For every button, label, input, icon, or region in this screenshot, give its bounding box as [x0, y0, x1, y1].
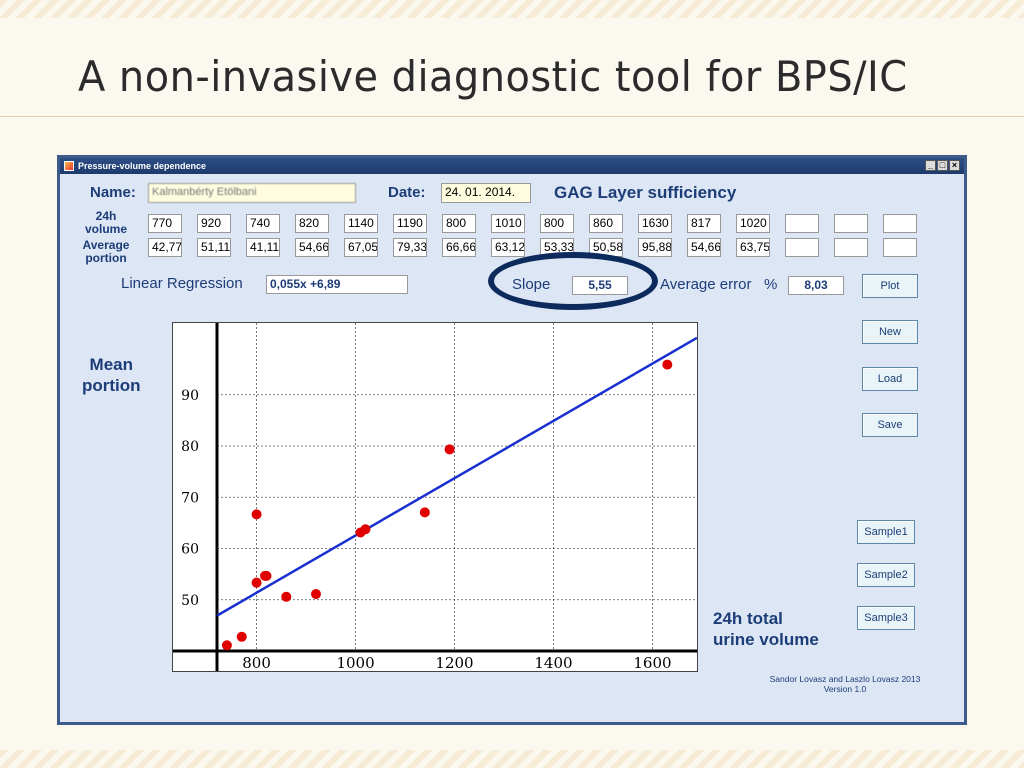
x-tick-label: 1400	[534, 654, 572, 671]
volume-input[interactable]: 740	[246, 214, 280, 233]
data-point	[251, 509, 262, 520]
data-point	[360, 524, 371, 535]
data-point	[444, 444, 455, 455]
data-point	[221, 640, 232, 651]
portion-row-label: Average portion	[78, 239, 134, 265]
portion-input[interactable]	[785, 238, 819, 257]
window-titlebar[interactable]: Pressure-volume dependence _ □ ×	[60, 158, 964, 174]
new-button[interactable]: New	[862, 320, 918, 344]
volume-input[interactable]: 1020	[736, 214, 770, 233]
name-input[interactable]: Kalmanbérty Etölbani	[148, 183, 356, 203]
regression-label: Linear Regression	[121, 275, 243, 292]
avg-error-label: Average error	[660, 276, 752, 293]
maximize-button[interactable]: □	[937, 160, 948, 171]
app-window: Pressure-volume dependence _ □ × Name: K…	[57, 155, 967, 725]
app-icon	[64, 161, 74, 171]
y-tick-label: 70	[181, 490, 199, 506]
y-axis-caption-line2: portion	[82, 376, 141, 395]
portion-input[interactable]: 66,66	[442, 238, 476, 257]
scatter-plot: 800 1000 1200 1400 1600 50 60 70 80 90	[172, 322, 698, 672]
save-button[interactable]: Save	[862, 413, 918, 437]
portion-input[interactable]: 63,12	[491, 238, 525, 257]
volume-input[interactable]: 770	[148, 214, 182, 233]
data-point	[236, 631, 247, 642]
volume-input[interactable]: 1630	[638, 214, 672, 233]
credits-version: Version 1.0	[823, 684, 867, 694]
volume-row-label-line2: volume	[84, 222, 127, 236]
data-point	[261, 570, 272, 581]
data-point	[281, 591, 292, 602]
x-tick-label: 1000	[336, 654, 374, 671]
volume-input[interactable]: 1010	[491, 214, 525, 233]
scatter-plot-svg: 800 1000 1200 1400 1600 50 60 70 80 90	[173, 323, 697, 671]
x-tick-label: 800	[242, 654, 271, 671]
volume-input[interactable]: 817	[687, 214, 721, 233]
load-button[interactable]: Load	[862, 367, 918, 391]
x-axis-caption: 24h total urine volume	[713, 608, 819, 650]
portion-input[interactable]: 54,66	[295, 238, 329, 257]
portion-input[interactable]	[834, 238, 868, 257]
close-button[interactable]: ×	[949, 160, 960, 171]
volume-input[interactable]: 800	[442, 214, 476, 233]
minimize-button[interactable]: _	[925, 160, 936, 171]
y-axis-caption-line1: Mean	[89, 355, 133, 374]
window-title: Pressure-volume dependence	[78, 161, 207, 171]
volume-input[interactable]: 920	[197, 214, 231, 233]
volume-row-label: 24h volume	[80, 210, 132, 236]
data-point	[310, 589, 321, 600]
avg-error-unit: %	[764, 276, 778, 293]
sample1-button[interactable]: Sample1	[857, 520, 915, 544]
y-axis-caption: Mean portion	[82, 354, 141, 396]
data-point	[662, 359, 673, 370]
slope-highlight-ellipse	[488, 252, 658, 310]
credits-authors: Sandor Lovasz and Laszlo Lovasz 2013	[769, 674, 921, 684]
volume-input[interactable]: 1190	[393, 214, 427, 233]
sample2-button[interactable]: Sample2	[857, 563, 915, 587]
y-tick-label: 90	[181, 388, 199, 404]
date-input[interactable]: 24. 01. 2014.	[441, 183, 531, 203]
portion-input[interactable]: 42,77	[148, 238, 182, 257]
portion-input[interactable]: 79,33	[393, 238, 427, 257]
x-tick-label: 1600	[633, 654, 671, 671]
volume-input[interactable]: 860	[589, 214, 623, 233]
portion-input[interactable]: 67,05	[344, 238, 378, 257]
y-tick-label: 60	[181, 542, 199, 558]
slide-top-decoration	[0, 0, 1024, 18]
name-label: Name:	[90, 184, 136, 201]
portion-input[interactable]	[883, 238, 917, 257]
plot-button[interactable]: Plot	[862, 274, 918, 298]
regression-field[interactable]: 0,055x +6,89	[266, 275, 408, 294]
title-divider	[0, 116, 1024, 117]
window-controls: _ □ ×	[925, 160, 960, 171]
portion-input[interactable]: 41,11	[246, 238, 280, 257]
volume-input[interactable]: 800	[540, 214, 574, 233]
x-axis-caption-line2: urine volume	[713, 630, 819, 649]
portion-input[interactable]: 54,66	[687, 238, 721, 257]
volume-input[interactable]: 1140	[344, 214, 378, 233]
slide-title: A non-invasive diagnostic tool for BPS/I…	[78, 52, 908, 101]
slide-bottom-decoration	[0, 750, 1024, 768]
x-axis-caption-line1: 24h total	[713, 609, 783, 628]
volume-input[interactable]: 820	[295, 214, 329, 233]
y-tick-label: 50	[181, 593, 199, 609]
data-point	[251, 577, 262, 588]
volume-input[interactable]	[834, 214, 868, 233]
date-label: Date:	[388, 184, 426, 201]
gag-heading: GAG Layer sufficiency	[554, 183, 737, 202]
credits: Sandor Lovasz and Laszlo Lovasz 2013 Ver…	[740, 674, 950, 694]
avg-error-field[interactable]: 8,03	[788, 276, 844, 295]
portion-input[interactable]: 95,88	[638, 238, 672, 257]
portion-input[interactable]: 51,11	[197, 238, 231, 257]
x-tick-label: 1200	[435, 654, 473, 671]
data-point	[419, 507, 430, 518]
y-tick-label: 80	[181, 439, 199, 455]
volume-input[interactable]	[883, 214, 917, 233]
portion-row-label-line2: portion	[85, 251, 127, 265]
sample3-button[interactable]: Sample3	[857, 606, 915, 630]
volume-input[interactable]	[785, 214, 819, 233]
portion-input[interactable]: 63,75	[736, 238, 770, 257]
